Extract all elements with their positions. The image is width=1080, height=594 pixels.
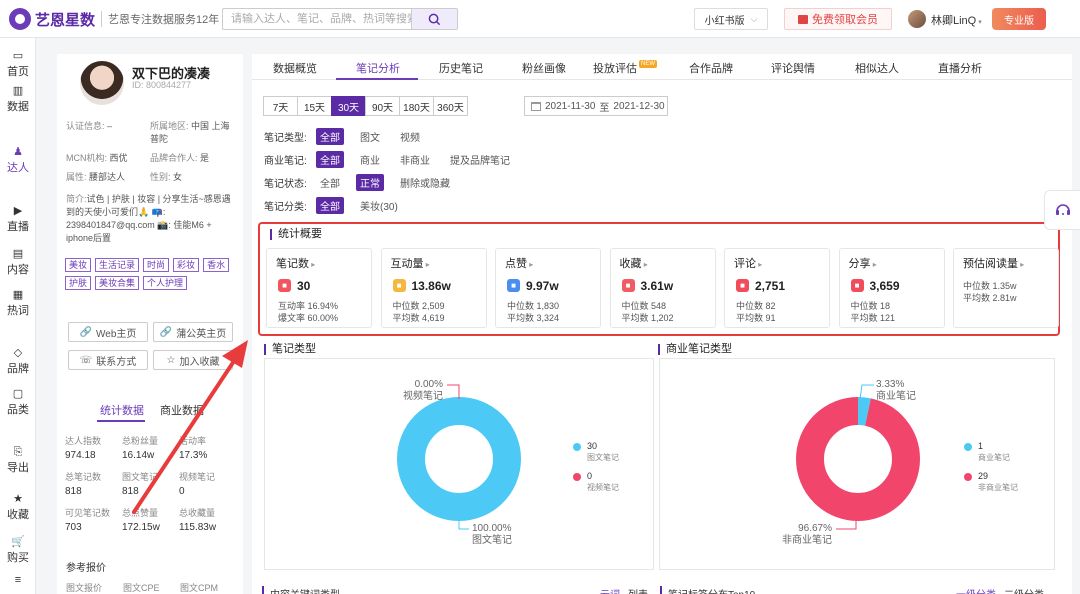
headset-icon bbox=[1055, 204, 1070, 215]
customer-service-button[interactable] bbox=[1044, 190, 1080, 230]
red-arrow-annotation bbox=[132, 340, 248, 514]
